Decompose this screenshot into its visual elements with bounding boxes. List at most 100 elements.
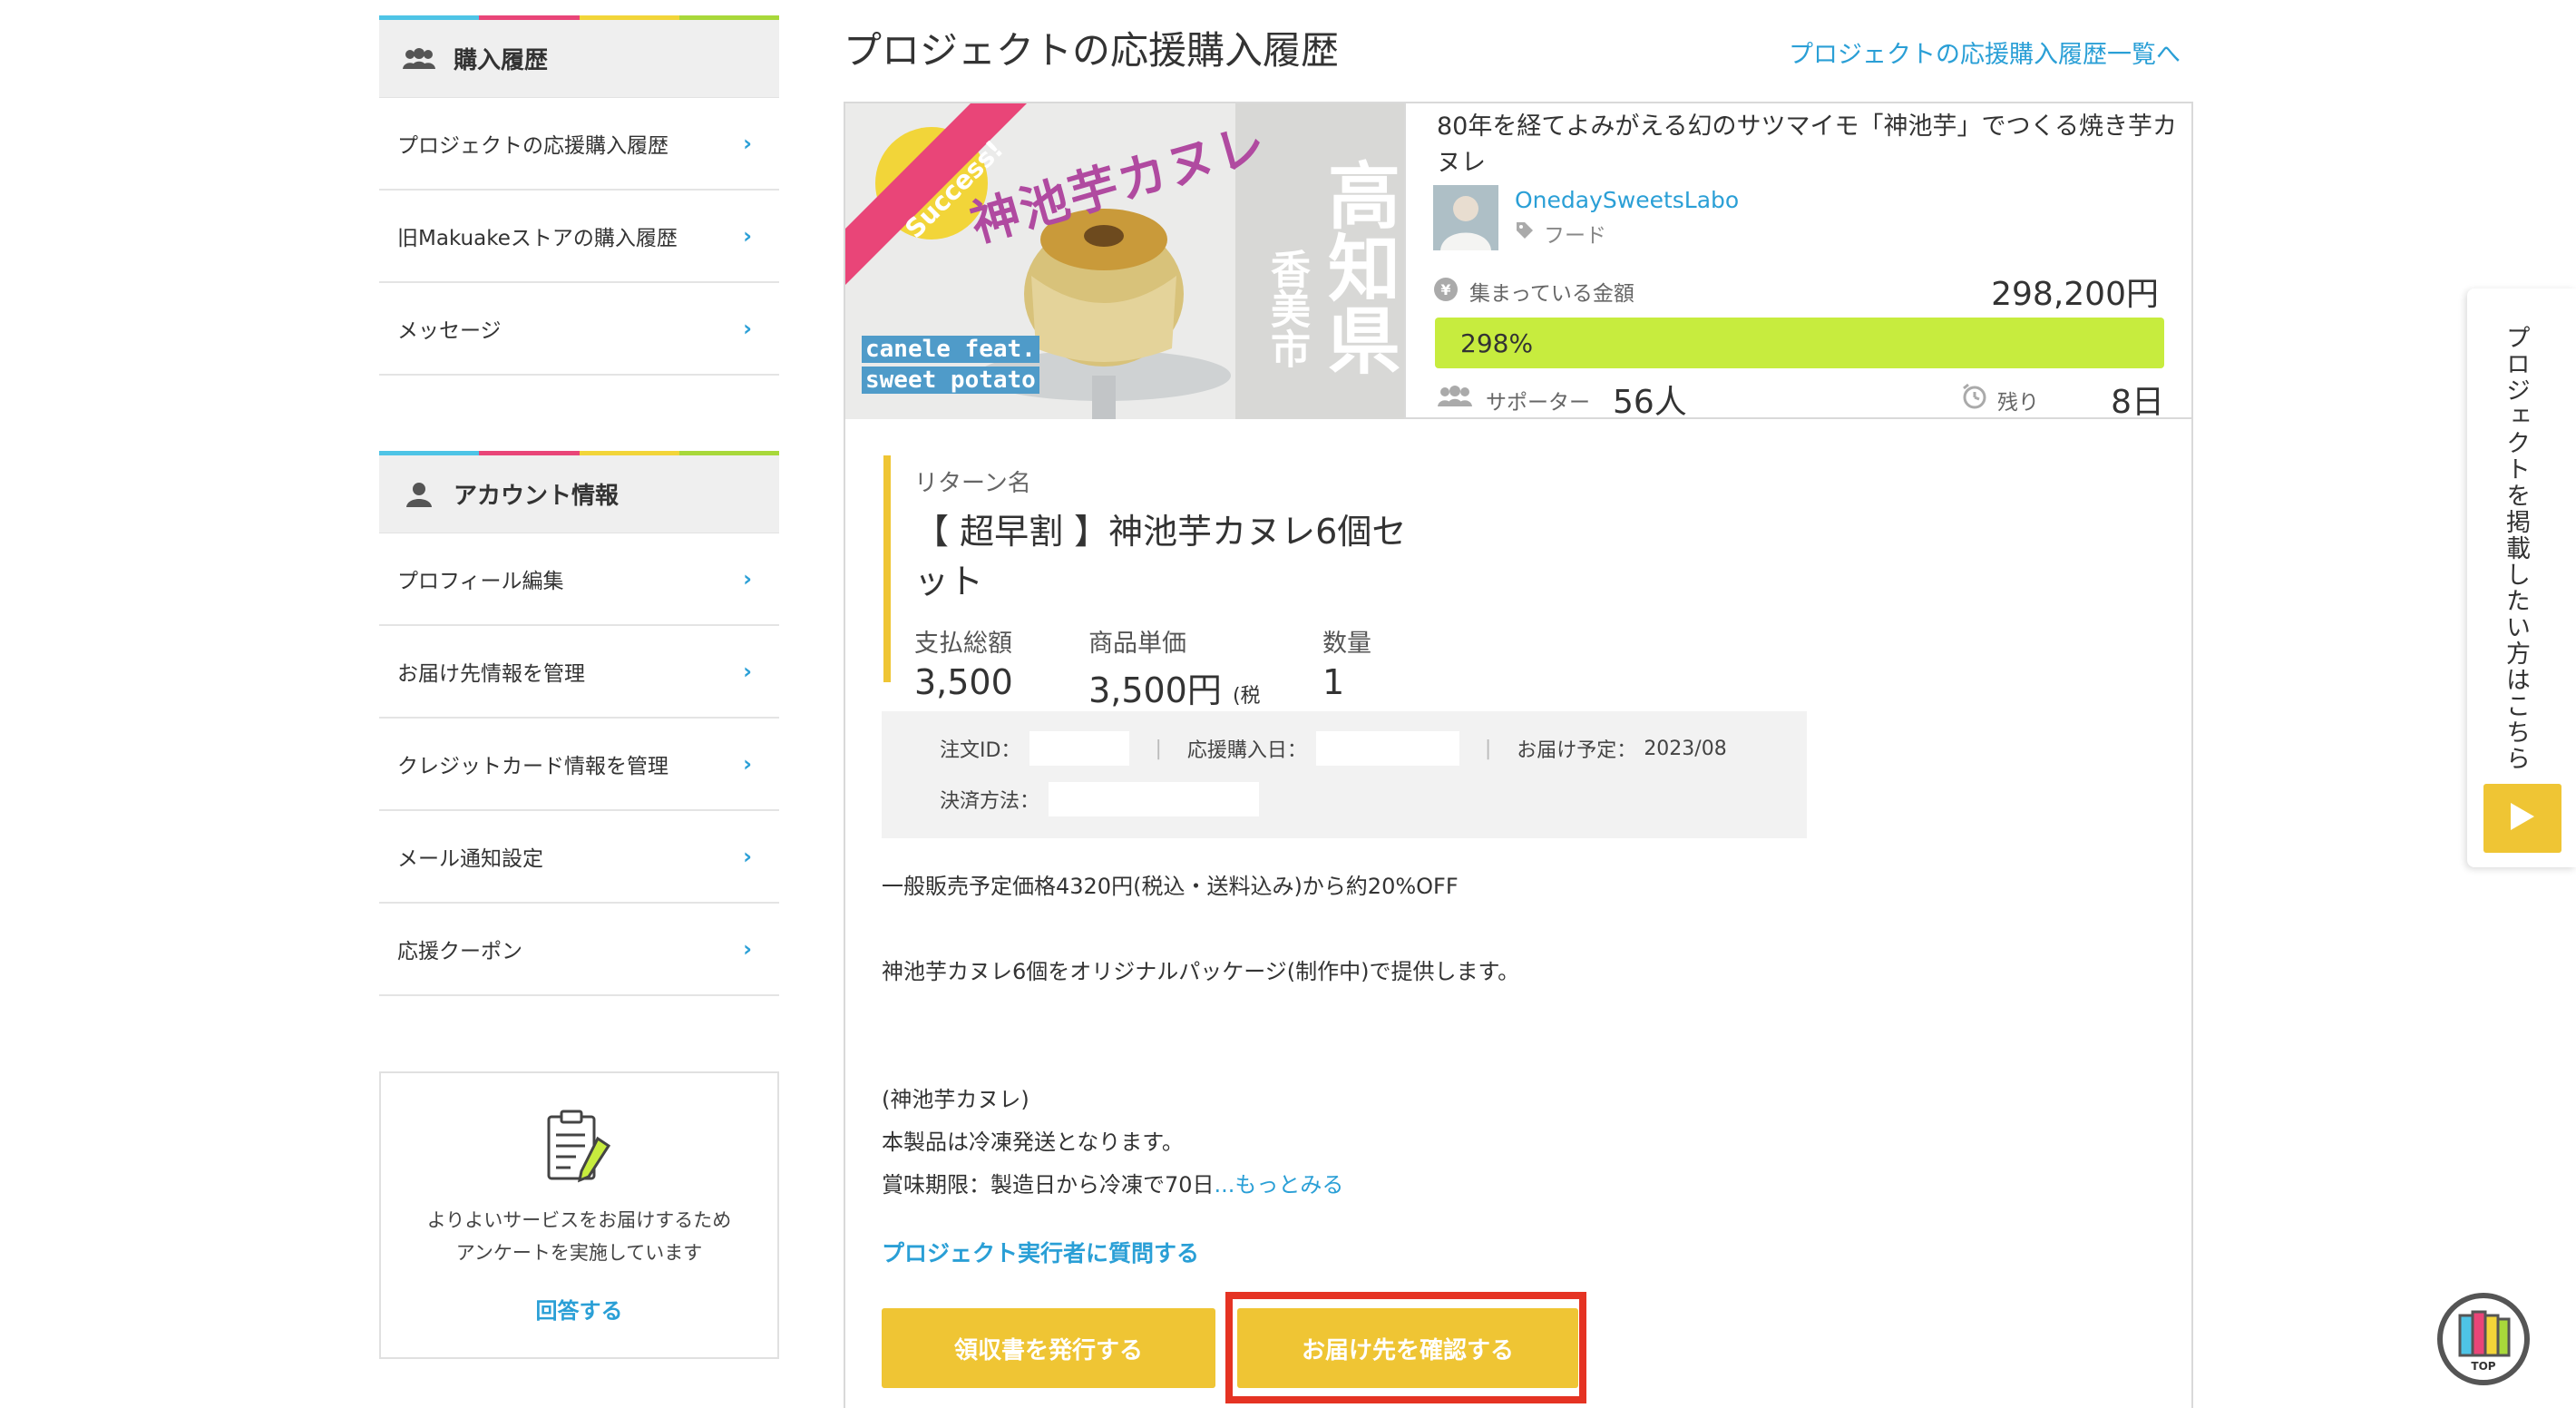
- funding-progress-bar: 298%: [1435, 318, 2164, 368]
- purchase-history-header: 購入履歴: [379, 20, 779, 98]
- thumbnail-prefecture: 高知県: [1316, 158, 1400, 376]
- sidebar-item-mail-settings[interactable]: メール通知設定 ›: [379, 811, 779, 904]
- chevron-right-icon: ›: [743, 751, 752, 777]
- sidebar-item-messages[interactable]: メッセージ ›: [379, 283, 779, 376]
- reward-name: 【 超早割 】神池芋カヌレ6個セット: [914, 512, 1407, 601]
- sidebar-item-label: メッセージ: [397, 319, 502, 343]
- project-thumbnail[interactable]: Success! 神池芋カヌレ 高知県 香美市 canele feat. swe…: [845, 103, 1404, 419]
- play-icon: [2509, 801, 2536, 836]
- post-project-text: プロジェクトを掲載したい方はこちら: [2502, 325, 2530, 772]
- chevron-right-icon: ›: [743, 936, 752, 962]
- supporters-icon: [1437, 385, 1473, 410]
- purchase-date-value: [1315, 731, 1459, 766]
- color-bar: [379, 451, 779, 455]
- sidebar-item-label: メール通知設定: [397, 847, 543, 871]
- ask-owner-link[interactable]: プロジェクト実行者に質問する: [882, 1236, 1199, 1268]
- amount-row: ¥ 集まっている金額 298,200円: [1433, 269, 2159, 314]
- chevron-right-icon: ›: [743, 316, 752, 341]
- order-id-value: [1029, 731, 1130, 766]
- survey-text-line2: アンケートを実施しています: [455, 1242, 703, 1264]
- category-label: フード: [1544, 224, 1606, 248]
- page-title: プロジェクトの応援購入履歴: [844, 28, 1340, 73]
- survey-box: よりよいサービスをお届けするため アンケートを実施しています 回答する: [379, 1071, 779, 1359]
- survey-clipboard-icon: [381, 1108, 777, 1186]
- top-label: TOP: [2471, 1360, 2495, 1373]
- supporters-label: サポーター: [1486, 391, 1590, 415]
- payment-label: 決済方法：: [940, 790, 1040, 813]
- chevron-right-icon: ›: [743, 566, 752, 592]
- supporters-count: 56人: [1613, 384, 1687, 421]
- sidebar-item-label: プロジェクトの応援購入履歴: [397, 134, 668, 158]
- delivery-label: お届け予定：: [1517, 739, 1637, 762]
- sidebar-item-project-history[interactable]: プロジェクトの応援購入履歴 ›: [379, 98, 779, 191]
- category: フード: [1515, 218, 1606, 249]
- unit-value: 3,500円: [1088, 670, 1222, 710]
- chevron-right-icon: ›: [743, 131, 752, 156]
- remaining-days: 8日: [2111, 384, 2164, 421]
- separator: |: [1484, 737, 1492, 760]
- purchase-history-title: 購入履歴: [454, 47, 549, 74]
- project-info: 80年を経てよみがえる幻のサツマイモ「神池芋」でつくる焼き芋カヌレ Oneday…: [1404, 103, 2191, 421]
- project-summary: Success! 神池芋カヌレ 高知県 香美市 canele feat. swe…: [845, 103, 2191, 421]
- chevron-right-icon: ›: [743, 844, 752, 869]
- survey-answer-link[interactable]: 回答する: [381, 1293, 777, 1325]
- thumbnail-sub2: sweet potato: [862, 367, 1039, 394]
- sidebar-item-label: 応援クーポン: [397, 940, 522, 963]
- tag-icon: [1515, 220, 1535, 246]
- color-bar: [379, 15, 779, 20]
- reward-description: 一般販売予定価格4320円(税込・送料込み)から約20%OFF 神池芋カヌレ6個…: [882, 865, 2061, 1207]
- account-title: アカウント情報: [454, 483, 620, 510]
- history-list-link[interactable]: プロジェクトの応援購入履歴一覧へ: [1789, 34, 2181, 70]
- highlight-box: [1225, 1292, 1586, 1403]
- account-header: アカウント情報: [379, 455, 779, 533]
- project-name[interactable]: 80年を経てよみがえる幻のサツマイモ「神池芋」でつくる焼き芋カヌレ: [1437, 109, 2181, 181]
- amount-label: 集まっている金額: [1469, 282, 1634, 306]
- post-project-tab[interactable]: プロジェクトを掲載したい方はこちら: [2467, 288, 2576, 867]
- sidebar-item-coupon[interactable]: 応援クーポン ›: [379, 904, 779, 996]
- order-details: 注文ID： | 応援購入日： | お届け予定： 2023/08 決済方法：: [882, 711, 1807, 838]
- sidebar-item-label: プロフィール編集: [397, 570, 564, 593]
- unit-label: 商品単価: [1088, 630, 1187, 658]
- thumbnail-sub1: canele feat.: [862, 336, 1039, 363]
- clock-icon: [1961, 383, 1988, 414]
- separator: |: [1155, 737, 1162, 760]
- desc-line: (神池芋カヌレ): [882, 1087, 1029, 1112]
- sidebar-item-credit-card[interactable]: クレジットカード情報を管理 ›: [379, 719, 779, 811]
- progress-percent: 298%: [1460, 328, 1534, 358]
- people-icon: [401, 41, 437, 77]
- owner-avatar[interactable]: [1433, 185, 1498, 250]
- total-label: 支払総額: [914, 630, 1012, 658]
- qty-label: 数量: [1322, 630, 1372, 658]
- owner-name[interactable]: OnedaySweetsLabo: [1515, 187, 1739, 213]
- account-panel: アカウント情報 プロフィール編集 › お届け先情報を管理 › クレジットカード情…: [379, 451, 779, 996]
- purchase-card: Success! 神池芋カヌレ 高知県 香美市 canele feat. swe…: [844, 102, 2193, 1408]
- chevron-right-icon: ›: [743, 223, 752, 249]
- purchase-history-panel: 購入履歴 プロジェクトの応援購入履歴 › 旧Makuakeストアの購入履歴 › …: [379, 15, 779, 376]
- desc-line: 一般販売予定価格4320円(税込・送料込み)から約20%OFF: [882, 874, 1459, 899]
- order-id-label: 注文ID：: [940, 739, 1021, 762]
- sidebar-item-store-history[interactable]: 旧Makuakeストアの購入履歴 ›: [379, 191, 779, 283]
- sidebar-item-label: クレジットカード情報を管理: [397, 755, 668, 778]
- sidebar-item-label: 旧Makuakeストアの購入履歴: [397, 227, 678, 250]
- thumbnail-city: 香美市: [1264, 249, 1310, 368]
- show-more-link[interactable]: ...もっとみる: [1215, 1172, 1344, 1198]
- desc-line: 本製品は冷凍発送となります。: [882, 1129, 1184, 1155]
- yen-icon: ¥: [1433, 277, 1459, 306]
- reward-info: リターン名 【 超早割 】神池芋カヌレ6個セット 支払総額 3,500円 商品単…: [883, 455, 1428, 750]
- chevron-right-icon: ›: [743, 659, 752, 684]
- back-to-top-button[interactable]: TOP: [2436, 1292, 2531, 1386]
- desc-line: 賞味期限：製造日から冷凍で70日: [882, 1172, 1215, 1198]
- delivery-value: 2023/08: [1644, 737, 1727, 760]
- post-project-button[interactable]: [2483, 784, 2561, 853]
- desc-line: 神池芋カヌレ6個をオリジナルパッケージ(制作中)で提供します。: [882, 959, 1520, 984]
- sidebar-item-address[interactable]: お届け先情報を管理 ›: [379, 626, 779, 719]
- sidebar-item-profile[interactable]: プロフィール編集 ›: [379, 533, 779, 626]
- remaining-label: 残り: [1997, 391, 2039, 415]
- purchase-date-label: 応援購入日：: [1186, 739, 1307, 762]
- sidebar-item-label: お届け先情報を管理: [397, 662, 585, 686]
- stats-row: サポーター 56人 残り 8日: [1435, 374, 2164, 421]
- issue-receipt-button[interactable]: 領収書を発行する: [882, 1308, 1215, 1388]
- user-icon: [401, 476, 437, 513]
- survey-text-line1: よりよいサービスをお届けするため: [426, 1209, 732, 1231]
- amount-value: 298,200円: [1991, 276, 2159, 313]
